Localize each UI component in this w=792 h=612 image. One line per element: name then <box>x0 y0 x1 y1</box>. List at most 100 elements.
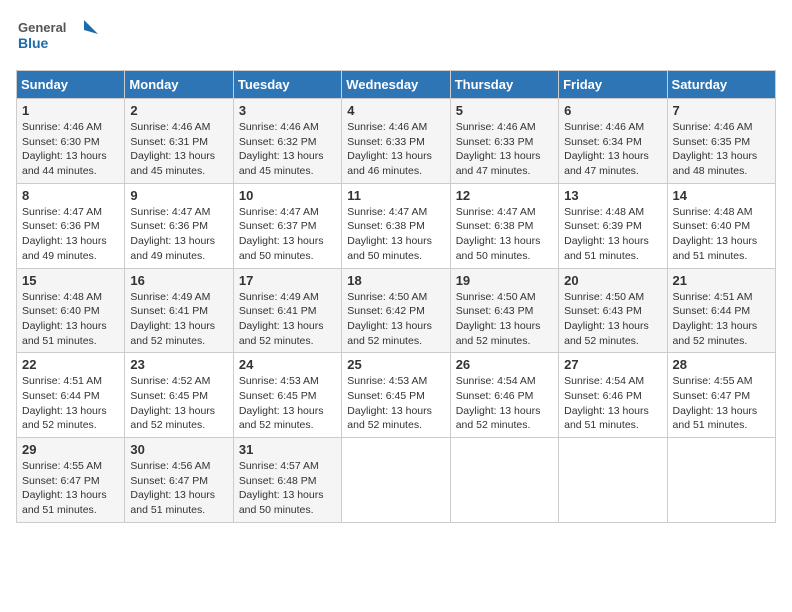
cell-content: Sunrise: 4:50 AM Sunset: 6:42 PM Dayligh… <box>347 290 444 349</box>
day-number: 21 <box>673 273 770 288</box>
day-number: 4 <box>347 103 444 118</box>
cell-content: Sunrise: 4:46 AM Sunset: 6:35 PM Dayligh… <box>673 120 770 179</box>
cell-content: Sunrise: 4:54 AM Sunset: 6:46 PM Dayligh… <box>564 374 661 433</box>
cell-content: Sunrise: 4:51 AM Sunset: 6:44 PM Dayligh… <box>22 374 119 433</box>
logo: General Blue <box>16 16 106 60</box>
col-header-sunday: Sunday <box>17 71 125 99</box>
calendar-cell: 2 Sunrise: 4:46 AM Sunset: 6:31 PM Dayli… <box>125 99 233 184</box>
day-number: 15 <box>22 273 119 288</box>
day-number: 8 <box>22 188 119 203</box>
logo-svg: General Blue <box>16 16 106 60</box>
cell-content: Sunrise: 4:47 AM Sunset: 6:38 PM Dayligh… <box>456 205 553 264</box>
day-number: 9 <box>130 188 227 203</box>
day-number: 24 <box>239 357 336 372</box>
calendar-cell: 25 Sunrise: 4:53 AM Sunset: 6:45 PM Dayl… <box>342 353 450 438</box>
svg-text:General: General <box>18 20 66 35</box>
calendar-cell: 20 Sunrise: 4:50 AM Sunset: 6:43 PM Dayl… <box>559 268 667 353</box>
cell-content: Sunrise: 4:51 AM Sunset: 6:44 PM Dayligh… <box>673 290 770 349</box>
day-number: 10 <box>239 188 336 203</box>
calendar-cell: 11 Sunrise: 4:47 AM Sunset: 6:38 PM Dayl… <box>342 183 450 268</box>
calendar-cell: 28 Sunrise: 4:55 AM Sunset: 6:47 PM Dayl… <box>667 353 775 438</box>
day-number: 23 <box>130 357 227 372</box>
day-number: 31 <box>239 442 336 457</box>
cell-content: Sunrise: 4:54 AM Sunset: 6:46 PM Dayligh… <box>456 374 553 433</box>
cell-content: Sunrise: 4:53 AM Sunset: 6:45 PM Dayligh… <box>347 374 444 433</box>
calendar-cell: 7 Sunrise: 4:46 AM Sunset: 6:35 PM Dayli… <box>667 99 775 184</box>
day-number: 5 <box>456 103 553 118</box>
col-header-thursday: Thursday <box>450 71 558 99</box>
cell-content: Sunrise: 4:46 AM Sunset: 6:34 PM Dayligh… <box>564 120 661 179</box>
cell-content: Sunrise: 4:48 AM Sunset: 6:40 PM Dayligh… <box>22 290 119 349</box>
cell-content: Sunrise: 4:47 AM Sunset: 6:37 PM Dayligh… <box>239 205 336 264</box>
day-number: 22 <box>22 357 119 372</box>
calendar-week-row: 29 Sunrise: 4:55 AM Sunset: 6:47 PM Dayl… <box>17 438 776 523</box>
calendar-cell: 4 Sunrise: 4:46 AM Sunset: 6:33 PM Dayli… <box>342 99 450 184</box>
day-number: 19 <box>456 273 553 288</box>
cell-content: Sunrise: 4:52 AM Sunset: 6:45 PM Dayligh… <box>130 374 227 433</box>
calendar-cell: 19 Sunrise: 4:50 AM Sunset: 6:43 PM Dayl… <box>450 268 558 353</box>
day-number: 12 <box>456 188 553 203</box>
cell-content: Sunrise: 4:46 AM Sunset: 6:33 PM Dayligh… <box>456 120 553 179</box>
calendar-cell: 27 Sunrise: 4:54 AM Sunset: 6:46 PM Dayl… <box>559 353 667 438</box>
svg-text:Blue: Blue <box>18 35 49 51</box>
day-number: 14 <box>673 188 770 203</box>
cell-content: Sunrise: 4:46 AM Sunset: 6:33 PM Dayligh… <box>347 120 444 179</box>
calendar-cell: 17 Sunrise: 4:49 AM Sunset: 6:41 PM Dayl… <box>233 268 341 353</box>
calendar-cell: 3 Sunrise: 4:46 AM Sunset: 6:32 PM Dayli… <box>233 99 341 184</box>
day-number: 11 <box>347 188 444 203</box>
calendar-cell: 13 Sunrise: 4:48 AM Sunset: 6:39 PM Dayl… <box>559 183 667 268</box>
calendar-cell: 22 Sunrise: 4:51 AM Sunset: 6:44 PM Dayl… <box>17 353 125 438</box>
calendar-cell: 8 Sunrise: 4:47 AM Sunset: 6:36 PM Dayli… <box>17 183 125 268</box>
calendar-week-row: 1 Sunrise: 4:46 AM Sunset: 6:30 PM Dayli… <box>17 99 776 184</box>
cell-content: Sunrise: 4:55 AM Sunset: 6:47 PM Dayligh… <box>673 374 770 433</box>
day-number: 13 <box>564 188 661 203</box>
day-number: 27 <box>564 357 661 372</box>
cell-content: Sunrise: 4:47 AM Sunset: 6:36 PM Dayligh… <box>130 205 227 264</box>
cell-content: Sunrise: 4:46 AM Sunset: 6:30 PM Dayligh… <box>22 120 119 179</box>
day-number: 30 <box>130 442 227 457</box>
calendar-cell: 30 Sunrise: 4:56 AM Sunset: 6:47 PM Dayl… <box>125 438 233 523</box>
calendar-cell: 23 Sunrise: 4:52 AM Sunset: 6:45 PM Dayl… <box>125 353 233 438</box>
calendar-cell: 9 Sunrise: 4:47 AM Sunset: 6:36 PM Dayli… <box>125 183 233 268</box>
cell-content: Sunrise: 4:48 AM Sunset: 6:39 PM Dayligh… <box>564 205 661 264</box>
calendar-table: SundayMondayTuesdayWednesdayThursdayFrid… <box>16 70 776 523</box>
day-number: 3 <box>239 103 336 118</box>
calendar-cell: 29 Sunrise: 4:55 AM Sunset: 6:47 PM Dayl… <box>17 438 125 523</box>
day-number: 20 <box>564 273 661 288</box>
cell-content: Sunrise: 4:49 AM Sunset: 6:41 PM Dayligh… <box>239 290 336 349</box>
calendar-cell: 15 Sunrise: 4:48 AM Sunset: 6:40 PM Dayl… <box>17 268 125 353</box>
calendar-cell: 31 Sunrise: 4:57 AM Sunset: 6:48 PM Dayl… <box>233 438 341 523</box>
cell-content: Sunrise: 4:50 AM Sunset: 6:43 PM Dayligh… <box>564 290 661 349</box>
cell-content: Sunrise: 4:49 AM Sunset: 6:41 PM Dayligh… <box>130 290 227 349</box>
col-header-friday: Friday <box>559 71 667 99</box>
calendar-week-row: 15 Sunrise: 4:48 AM Sunset: 6:40 PM Dayl… <box>17 268 776 353</box>
calendar-cell: 10 Sunrise: 4:47 AM Sunset: 6:37 PM Dayl… <box>233 183 341 268</box>
calendar-cell <box>559 438 667 523</box>
calendar-cell: 21 Sunrise: 4:51 AM Sunset: 6:44 PM Dayl… <box>667 268 775 353</box>
day-number: 25 <box>347 357 444 372</box>
day-number: 29 <box>22 442 119 457</box>
cell-content: Sunrise: 4:46 AM Sunset: 6:32 PM Dayligh… <box>239 120 336 179</box>
cell-content: Sunrise: 4:50 AM Sunset: 6:43 PM Dayligh… <box>456 290 553 349</box>
calendar-cell <box>342 438 450 523</box>
calendar-cell: 1 Sunrise: 4:46 AM Sunset: 6:30 PM Dayli… <box>17 99 125 184</box>
cell-content: Sunrise: 4:55 AM Sunset: 6:47 PM Dayligh… <box>22 459 119 518</box>
page-header: General Blue <box>16 16 776 60</box>
col-header-monday: Monday <box>125 71 233 99</box>
calendar-cell: 6 Sunrise: 4:46 AM Sunset: 6:34 PM Dayli… <box>559 99 667 184</box>
day-number: 28 <box>673 357 770 372</box>
cell-content: Sunrise: 4:56 AM Sunset: 6:47 PM Dayligh… <box>130 459 227 518</box>
calendar-cell: 24 Sunrise: 4:53 AM Sunset: 6:45 PM Dayl… <box>233 353 341 438</box>
col-header-saturday: Saturday <box>667 71 775 99</box>
cell-content: Sunrise: 4:46 AM Sunset: 6:31 PM Dayligh… <box>130 120 227 179</box>
day-number: 7 <box>673 103 770 118</box>
calendar-cell <box>667 438 775 523</box>
calendar-week-row: 8 Sunrise: 4:47 AM Sunset: 6:36 PM Dayli… <box>17 183 776 268</box>
day-number: 2 <box>130 103 227 118</box>
col-header-wednesday: Wednesday <box>342 71 450 99</box>
col-header-tuesday: Tuesday <box>233 71 341 99</box>
calendar-cell <box>450 438 558 523</box>
cell-content: Sunrise: 4:48 AM Sunset: 6:40 PM Dayligh… <box>673 205 770 264</box>
day-number: 6 <box>564 103 661 118</box>
day-number: 17 <box>239 273 336 288</box>
